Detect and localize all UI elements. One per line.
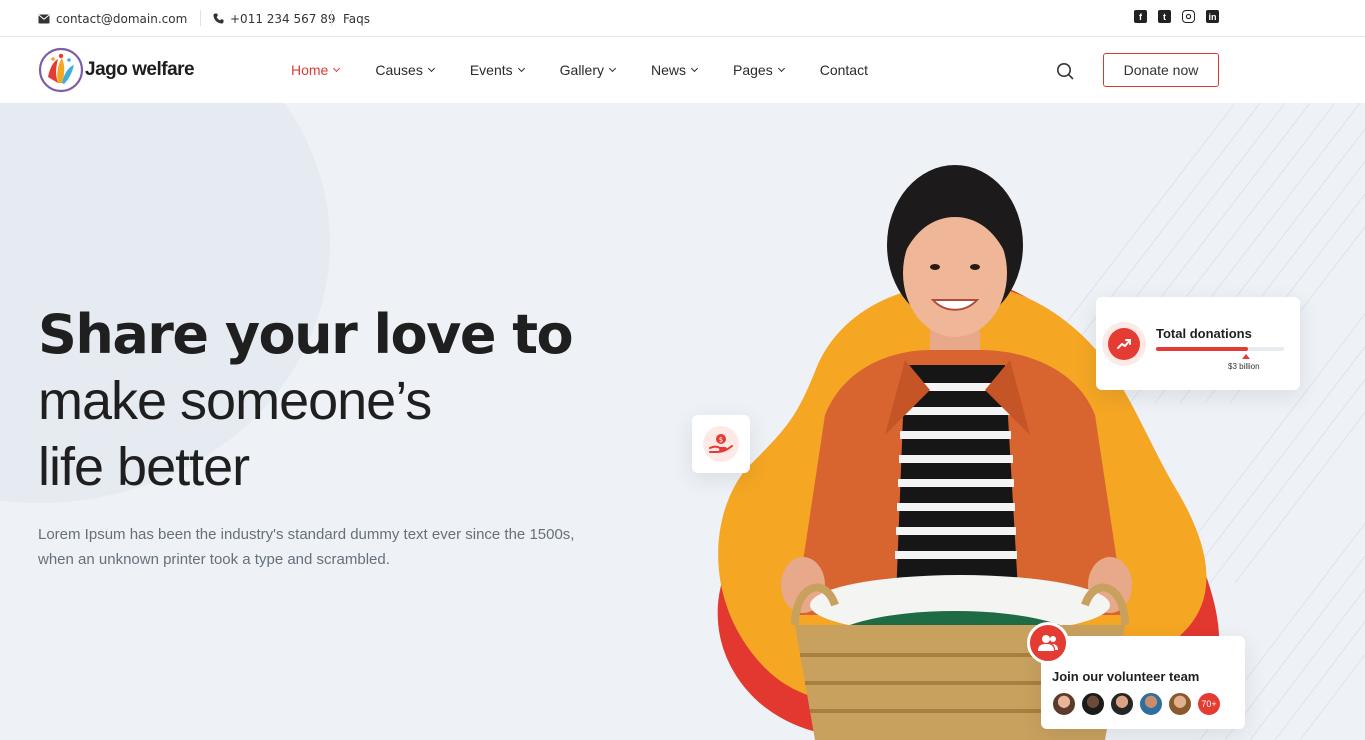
twitter-icon[interactable]: t <box>1158 10 1171 23</box>
avatar <box>1051 691 1077 717</box>
volunteer-team-card[interactable]: Join our volunteer team 70+ <box>1027 622 1245 729</box>
brand-logo[interactable]: Jago welfare <box>38 47 195 93</box>
email-link[interactable]: contact@domain.com <box>38 0 187 37</box>
divider <box>331 10 332 26</box>
headline-line-2: make someone’s <box>38 371 432 431</box>
menu-item-label: News <box>651 62 687 78</box>
donation-hand-icon: $ <box>703 426 739 462</box>
faqs-link[interactable]: Faqs <box>343 0 370 37</box>
chevron-down-icon <box>517 64 525 73</box>
chevron-down-icon <box>333 64 341 73</box>
main-menu: Home Causes Events Gallery News Pages Co… <box>291 38 904 102</box>
chevron-down-icon <box>690 64 699 73</box>
headline-line-1-rest: your love to <box>207 303 574 366</box>
headline-highlight: Share <box>38 303 209 366</box>
headline-line-1: Share your love to <box>38 302 574 368</box>
phone-link[interactable]: +011 234 567 89 <box>212 0 335 37</box>
donation-progress-bar <box>1156 347 1284 351</box>
progress-marker-icon <box>1242 354 1250 359</box>
menu-item-contact[interactable]: Contact <box>820 62 868 78</box>
menu-item-news[interactable]: News <box>651 62 699 78</box>
avatar <box>1167 691 1193 717</box>
menu-item-label: Contact <box>819 62 868 78</box>
logo-icon <box>38 47 84 93</box>
users-icon <box>1027 622 1069 664</box>
more-volunteers-badge: 70+ <box>1196 691 1222 717</box>
trending-up-icon <box>1108 328 1140 360</box>
avatar <box>1138 691 1164 717</box>
phone-text: +011 234 567 89 <box>230 11 336 26</box>
hero-description: Lorem Ipsum has been the industry's stan… <box>38 526 575 568</box>
social-links: f t in <box>1134 10 1219 23</box>
volunteer-avatars: 70+ <box>1051 691 1222 717</box>
donations-title: Total donations <box>1156 326 1252 341</box>
menu-item-causes[interactable]: Causes <box>375 62 435 78</box>
divider <box>200 10 201 26</box>
donations-amount: $3 billion <box>1228 362 1260 371</box>
menu-item-home[interactable]: Home <box>291 62 341 78</box>
volunteer-title: Join our volunteer team <box>1052 669 1200 684</box>
linkedin-icon[interactable]: in <box>1206 10 1219 23</box>
hero-headline: Share your love to make someone’s life b… <box>38 302 574 500</box>
menu-item-gallery[interactable]: Gallery <box>559 62 617 78</box>
menu-item-label: Home <box>291 62 329 78</box>
menu-item-label: Events <box>469 62 513 78</box>
top-bar: contact@domain.com +011 234 567 89 Faqs … <box>0 0 1365 37</box>
donation-progress-fill <box>1156 347 1249 351</box>
email-text: contact@domain.com <box>56 11 188 26</box>
main-navbar: Jago welfare Home Causes Events Gallery … <box>0 38 1365 102</box>
chevron-down-icon <box>777 64 785 73</box>
faqs-text: Faqs <box>343 11 371 26</box>
total-donations-card: Total donations $3 billion <box>1096 297 1300 390</box>
menu-item-events[interactable]: Events <box>469 62 525 78</box>
chevron-down-icon <box>608 64 617 73</box>
headline-line-3: life better <box>38 437 250 497</box>
donate-now-button[interactable]: Donate now <box>1103 53 1219 87</box>
chevron-down-icon <box>427 64 435 73</box>
svg-text:$: $ <box>719 436 723 444</box>
avatar <box>1109 691 1135 717</box>
brand-name: Jago welfare <box>85 59 195 80</box>
menu-item-label: Pages <box>733 62 773 78</box>
facebook-icon[interactable]: f <box>1134 10 1147 23</box>
menu-item-label: Causes <box>375 62 423 78</box>
menu-item-pages[interactable]: Pages <box>733 62 785 78</box>
charity-icon-card: $ <box>692 415 750 473</box>
hero-section: Share your love to make someone’s life b… <box>0 103 1365 740</box>
instagram-icon[interactable] <box>1182 10 1195 23</box>
search-icon[interactable] <box>1056 62 1074 80</box>
avatar <box>1080 691 1106 717</box>
phone-icon <box>212 13 224 25</box>
menu-item-label: Gallery <box>559 62 604 78</box>
envelope-icon <box>38 13 50 25</box>
